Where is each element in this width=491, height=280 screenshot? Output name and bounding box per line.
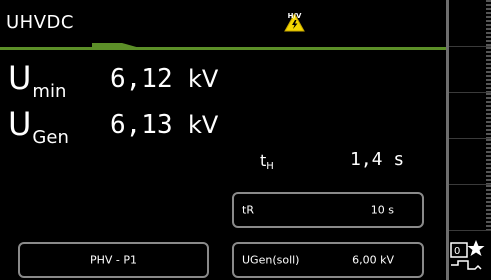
softkey-edge: [486, 139, 491, 184]
ugen-soll-field-label: UGen(soll): [242, 253, 300, 267]
softkey-3[interactable]: [449, 93, 491, 139]
softkey-1[interactable]: [449, 0, 491, 47]
phv-button[interactable]: PHV - P1: [18, 242, 209, 278]
high-voltage-warning-icon: H/V: [284, 12, 305, 32]
softkey-2[interactable]: [449, 47, 491, 93]
mode-title: UHVDC: [6, 12, 74, 33]
header-divider-tab: [92, 43, 122, 48]
ugen-value: 6,13: [110, 110, 173, 140]
umin-label: Umin: [8, 59, 67, 102]
favorite-star-icon[interactable]: 0: [449, 237, 487, 275]
th-value: 1,4 s: [350, 149, 405, 170]
tr-field-label: tR: [242, 203, 254, 217]
ugen-soll-field[interactable]: UGen(soll) 6,00 kV: [232, 242, 424, 278]
umin-unit: kV: [188, 65, 219, 93]
device-screen: UHVDC H/V Umin 6,12 kV UGen 6,13 kV tH 1…: [0, 0, 491, 280]
header-divider: [0, 47, 446, 50]
softkey-edge: [486, 0, 491, 46]
tr-field-value: 10 s: [370, 203, 394, 217]
softkey-edge: [486, 47, 491, 92]
header-divider-tab-slope: [122, 43, 140, 48]
ugen-label: UGen: [8, 105, 69, 148]
ugen-soll-field-value: 6,00 kV: [352, 253, 394, 267]
tr-field[interactable]: tR 10 s: [232, 192, 424, 228]
hv-warning-text: H/V: [287, 12, 302, 20]
softkey-edge: [486, 93, 491, 138]
th-label: tH: [260, 151, 274, 172]
ugen-unit: kV: [188, 111, 219, 139]
phv-button-label: PHV - P1: [89, 253, 138, 267]
sidebar-icon-text: 0: [454, 246, 460, 257]
softkey-5[interactable]: [449, 185, 491, 231]
softkey-edge: [486, 185, 491, 230]
softkey-4[interactable]: [449, 139, 491, 185]
umin-value: 6,12: [110, 64, 173, 94]
